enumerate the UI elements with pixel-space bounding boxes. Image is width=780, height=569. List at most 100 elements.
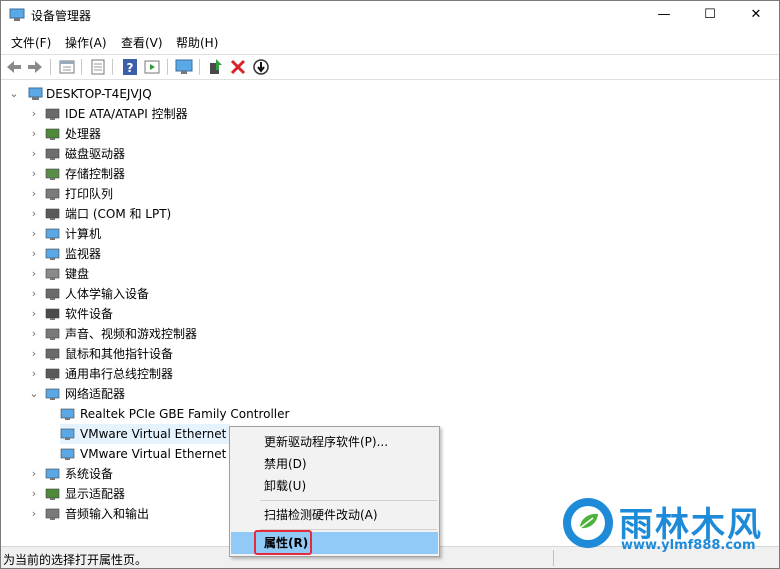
category-label: 存储控制器 — [65, 167, 126, 181]
chevron-right-icon[interactable]: › — [29, 304, 39, 324]
download-icon[interactable] — [252, 58, 270, 76]
chevron-right-icon[interactable]: › — [29, 504, 39, 524]
chevron-right-icon[interactable]: › — [29, 184, 39, 204]
tree-category[interactable]: › 鼠标和其他指针设备 — [25, 344, 325, 364]
watermark-logo — [563, 498, 613, 548]
tree-category[interactable]: › 存储控制器 — [25, 164, 325, 184]
chevron-right-icon[interactable]: › — [29, 104, 39, 124]
category-label: 系统设备 — [65, 467, 114, 481]
tree-device[interactable]: VMware Virtual Ethernet — [60, 424, 230, 444]
tree-category[interactable]: › 磁盘驱动器 — [25, 144, 325, 164]
highlight-box — [254, 530, 312, 555]
menu-bar: 文件(F) 操作(A) 查看(V) 帮助(H) — [1, 31, 779, 53]
tree-category[interactable]: › IDE ATA/ATAPI 控制器 — [25, 104, 325, 124]
menu-file[interactable]: 文件(F) — [11, 34, 51, 51]
menu-scan-hardware[interactable]: 扫描检测硬件改动(A) — [231, 504, 438, 526]
chevron-right-icon[interactable]: › — [29, 344, 39, 364]
title-bar[interactable]: 设备管理器 — ☐ ✕ — [1, 1, 779, 29]
category-label: 音频输入和输出 — [65, 507, 150, 521]
tree-category[interactable]: › 软件设备 — [25, 304, 325, 324]
monitor-icon — [45, 248, 60, 260]
svg-text:?: ? — [127, 61, 134, 75]
category-label: IDE ATA/ATAPI 控制器 — [65, 107, 188, 121]
chevron-right-icon[interactable]: › — [29, 264, 39, 284]
device-label: Realtek PCIe GBE Family Controller — [80, 407, 290, 421]
tree-category[interactable]: › 人体学输入设备 — [25, 284, 325, 304]
category-label: 鼠标和其他指针设备 — [65, 347, 174, 361]
menu-help[interactable]: 帮助(H) — [176, 34, 218, 51]
tree-category[interactable]: › 端口 (COM 和 LPT) — [25, 204, 325, 224]
chevron-right-icon[interactable]: › — [29, 324, 39, 344]
mouse-icon — [45, 348, 60, 360]
hid-icon — [45, 288, 60, 300]
computer-icon — [45, 228, 60, 240]
forward-icon[interactable] — [26, 58, 44, 76]
chevron-right-icon[interactable]: › — [29, 484, 39, 504]
properties-icon[interactable] — [58, 58, 76, 76]
tree-category[interactable]: ⌄ 网络适配器 — [25, 384, 325, 404]
status-text: 为当前的选择打开属性页。 — [3, 553, 148, 567]
sound-icon — [45, 328, 60, 340]
chevron-right-icon[interactable]: › — [29, 144, 39, 164]
ide-icon — [45, 108, 60, 120]
monitor-icon[interactable] — [175, 58, 193, 76]
tree-category[interactable]: › 监视器 — [25, 244, 325, 264]
chevron-right-icon[interactable]: › — [29, 164, 39, 184]
toolbar-separator — [167, 59, 168, 75]
menu-view[interactable]: 查看(V) — [121, 34, 163, 51]
chevron-down-icon[interactable]: ⌄ — [29, 384, 39, 404]
tree-category[interactable]: › 处理器 — [25, 124, 325, 144]
close-button[interactable]: ✕ — [733, 1, 779, 29]
audio-icon — [45, 508, 60, 520]
tree-category[interactable]: › 通用串行总线控制器 — [25, 364, 325, 384]
disk-icon — [45, 148, 60, 160]
device-label: VMware Virtual Ethernet — [80, 427, 227, 441]
chevron-right-icon[interactable]: › — [29, 204, 39, 224]
toolbar: ? — [1, 54, 779, 80]
network-adapter-icon — [60, 408, 75, 420]
tree-category[interactable]: › 计算机 — [25, 224, 325, 244]
device-label: VMware Virtual Ethernet — [80, 447, 227, 461]
menu-action[interactable]: 操作(A) — [65, 34, 107, 51]
maximize-button[interactable]: ☐ — [687, 1, 733, 29]
toolbar-separator — [112, 59, 113, 75]
category-label: 计算机 — [65, 227, 102, 241]
menu-separator — [260, 500, 437, 501]
category-label: 磁盘驱动器 — [65, 147, 126, 161]
device-manager-icon — [9, 8, 25, 21]
tree-root[interactable]: ⌄ DESKTOP-T4EJVJQ — [1, 84, 301, 104]
display-icon — [45, 488, 60, 500]
menu-update-driver[interactable]: 更新驱动程序软件(P)... — [231, 431, 438, 453]
tree-device[interactable]: Realtek PCIe GBE Family Controller — [60, 404, 289, 424]
uninstall-icon[interactable] — [229, 58, 247, 76]
category-label: 人体学输入设备 — [65, 287, 150, 301]
help-icon[interactable]: ? — [121, 58, 139, 76]
category-label: 通用串行总线控制器 — [65, 367, 174, 381]
minimize-button[interactable]: — — [641, 1, 687, 29]
menu-disable[interactable]: 禁用(D) — [231, 453, 438, 475]
chevron-right-icon[interactable]: › — [29, 464, 39, 484]
update-driver-icon[interactable] — [207, 58, 225, 76]
tree-device[interactable]: VMware Virtual Ethernet — [60, 444, 230, 464]
tree-category[interactable]: › 键盘 — [25, 264, 325, 284]
status-divider — [553, 550, 554, 566]
chevron-right-icon[interactable]: › — [29, 224, 39, 244]
leaf-icon — [571, 506, 605, 540]
chevron-right-icon[interactable]: › — [29, 364, 39, 384]
menu-uninstall[interactable]: 卸载(U) — [231, 475, 438, 497]
show-hide-icon[interactable] — [89, 58, 107, 76]
action-icon[interactable] — [143, 58, 161, 76]
chevron-right-icon[interactable]: › — [29, 244, 39, 264]
category-label: 键盘 — [65, 267, 90, 281]
category-label: 软件设备 — [65, 307, 114, 321]
tree-category[interactable]: › 声音、视频和游戏控制器 — [25, 324, 325, 344]
chevron-right-icon[interactable]: › — [29, 284, 39, 304]
back-icon[interactable] — [5, 58, 23, 76]
watermark-url: www.ylmf888.com — [621, 538, 756, 553]
chevron-right-icon[interactable]: › — [29, 124, 39, 144]
category-label: 打印队列 — [65, 187, 114, 201]
chevron-down-icon[interactable]: ⌄ — [9, 84, 19, 104]
cpu-icon — [45, 128, 60, 140]
category-label: 处理器 — [65, 127, 102, 141]
tree-category[interactable]: › 打印队列 — [25, 184, 325, 204]
